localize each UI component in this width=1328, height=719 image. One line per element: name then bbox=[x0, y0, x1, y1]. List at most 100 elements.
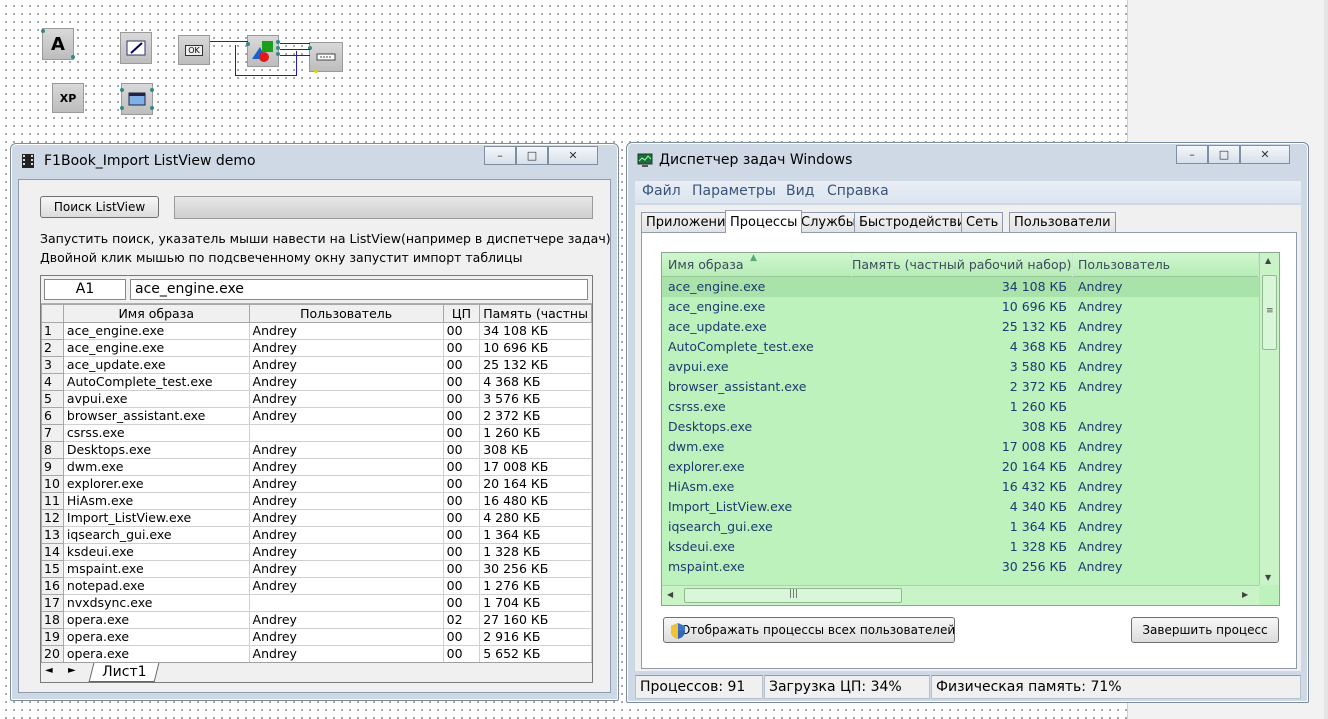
sheet-tab[interactable]: Лист1 bbox=[88, 663, 160, 682]
table-cell[interactable]: Andrey bbox=[248, 611, 444, 629]
button-component-icon[interactable]: OK bbox=[178, 35, 210, 65]
row-number[interactable]: 12 bbox=[41, 509, 64, 527]
table-cell[interactable]: 34 108 КБ bbox=[479, 322, 592, 340]
table-cell[interactable]: 00 bbox=[442, 322, 481, 340]
scroll-right-icon[interactable]: ▶ bbox=[1242, 590, 1248, 599]
table-cell[interactable]: Andrey bbox=[248, 322, 444, 340]
cell-reference-box[interactable]: A1 bbox=[44, 279, 126, 300]
row-number[interactable]: 9 bbox=[41, 458, 64, 476]
title-bar[interactable]: F1Book_Import ListView demo – □ ✕ bbox=[11, 144, 618, 176]
table-cell[interactable]: mspaint.exe bbox=[62, 560, 250, 578]
table-row[interactable]: 9 dwm.exe Andrey 00 17 008 КБ bbox=[41, 458, 592, 476]
table-cell[interactable]: Andrey bbox=[248, 645, 444, 663]
list-item[interactable]: Import_ListView.exe 4 340 КБ Andrey bbox=[662, 497, 1259, 517]
list-item[interactable]: mspaint.exe 30 256 КБ Andrey bbox=[662, 557, 1259, 577]
col-image-name[interactable]: Имя образа ▲ bbox=[662, 253, 852, 277]
table-cell[interactable]: 00 bbox=[442, 407, 481, 425]
maximize-button[interactable]: □ bbox=[1208, 145, 1240, 164]
tab-performance[interactable]: Быстродействие bbox=[854, 212, 979, 232]
row-number[interactable]: 7 bbox=[41, 424, 64, 442]
horizontal-scrollbar[interactable]: ◀ ||| ▶ bbox=[662, 585, 1259, 605]
table-row[interactable]: 10 explorer.exe Andrey 00 20 164 КБ bbox=[41, 475, 592, 493]
table-cell[interactable]: Andrey bbox=[248, 339, 444, 357]
spreadsheet-grid[interactable]: Имя образа Пользователь ЦП Память (частн… bbox=[41, 304, 592, 663]
table-cell[interactable]: notepad.exe bbox=[62, 577, 250, 595]
table-cell[interactable]: 17 008 КБ bbox=[479, 458, 592, 476]
table-cell[interactable]: ace_engine.exe bbox=[62, 339, 250, 357]
table-cell[interactable]: 00 bbox=[442, 458, 481, 476]
table-row[interactable]: 5 avpui.exe Andrey 00 3 576 КБ bbox=[41, 390, 592, 408]
table-cell[interactable]: Andrey bbox=[248, 407, 444, 425]
table-row[interactable]: 15 mspaint.exe Andrey 00 30 256 КБ bbox=[41, 560, 592, 578]
minimize-button[interactable]: – bbox=[484, 146, 516, 165]
list-item[interactable]: dwm.exe 17 008 КБ Andrey bbox=[662, 437, 1259, 457]
row-number[interactable]: 1 bbox=[41, 322, 64, 340]
table-cell[interactable]: 00 bbox=[442, 492, 481, 510]
table-row[interactable]: 2 ace_engine.exe Andrey 00 10 696 КБ bbox=[41, 339, 592, 357]
table-cell[interactable]: 308 КБ bbox=[479, 441, 592, 459]
table-cell[interactable]: Andrey bbox=[248, 373, 444, 391]
row-number[interactable]: 16 bbox=[41, 577, 64, 595]
list-item[interactable]: explorer.exe 20 164 КБ Andrey bbox=[662, 457, 1259, 477]
table-cell[interactable]: Andrey bbox=[248, 458, 444, 476]
table-cell[interactable]: ace_engine.exe bbox=[62, 322, 250, 340]
table-cell[interactable]: 00 bbox=[442, 543, 481, 561]
table-cell[interactable]: Andrey bbox=[248, 526, 444, 544]
table-row[interactable]: 12 Import_ListView.exe Andrey 00 4 280 КБ bbox=[41, 509, 592, 527]
table-cell[interactable]: csrss.exe bbox=[62, 424, 250, 442]
table-cell[interactable]: Andrey bbox=[248, 356, 444, 374]
table-cell[interactable]: 1 276 КБ bbox=[479, 577, 592, 595]
table-cell[interactable]: opera.exe bbox=[62, 628, 250, 646]
table-cell[interactable]: 20 164 КБ bbox=[479, 475, 592, 493]
table-cell[interactable]: Andrey bbox=[248, 509, 444, 527]
table-cell[interactable]: AutoComplete_test.exe bbox=[62, 373, 250, 391]
table-cell[interactable]: 27 160 КБ bbox=[479, 611, 592, 629]
table-cell[interactable]: explorer.exe bbox=[62, 475, 250, 493]
table-row[interactable]: 7 csrss.exe 00 1 260 КБ bbox=[41, 424, 592, 442]
scroll-down-icon[interactable]: ▼ bbox=[1265, 573, 1271, 582]
table-row[interactable]: 17 nvxdsync.exe 00 1 704 КБ bbox=[41, 594, 592, 612]
table-cell[interactable]: Andrey bbox=[248, 543, 444, 561]
table-cell[interactable]: 10 696 КБ bbox=[479, 339, 592, 357]
table-row[interactable]: 20 opera.exe Andrey 00 5 652 КБ bbox=[41, 645, 592, 663]
close-button[interactable]: ✕ bbox=[1240, 145, 1290, 164]
row-number[interactable]: 17 bbox=[41, 594, 64, 612]
row-number[interactable]: 11 bbox=[41, 492, 64, 510]
table-cell[interactable]: opera.exe bbox=[62, 611, 250, 629]
table-cell[interactable] bbox=[248, 424, 444, 442]
right-scrollbar[interactable] bbox=[1324, 0, 1328, 719]
table-cell[interactable]: Andrey bbox=[248, 560, 444, 578]
list-item[interactable]: iqsearch_gui.exe 1 364 КБ Andrey bbox=[662, 517, 1259, 537]
horizontal-scroll-thumb[interactable]: ||| bbox=[684, 588, 902, 603]
table-cell[interactable]: 00 bbox=[442, 645, 481, 663]
table-cell[interactable]: browser_assistant.exe bbox=[62, 407, 250, 425]
table-cell[interactable]: iqsearch_gui.exe bbox=[62, 526, 250, 544]
table-cell[interactable]: avpui.exe bbox=[62, 390, 250, 408]
table-cell[interactable]: 2 372 КБ bbox=[479, 407, 592, 425]
table-cell[interactable]: 5 652 КБ bbox=[479, 645, 592, 663]
table-cell[interactable]: 00 bbox=[442, 373, 481, 391]
table-cell[interactable]: Andrey bbox=[248, 390, 444, 408]
column-header[interactable]: ЦП bbox=[442, 304, 481, 323]
row-number[interactable]: 4 bbox=[41, 373, 64, 391]
vertical-scroll-thumb[interactable]: ≡ bbox=[1262, 275, 1277, 350]
table-cell[interactable]: 16 480 КБ bbox=[479, 492, 592, 510]
search-listview-button[interactable]: Поиск ListView bbox=[40, 196, 159, 218]
table-row[interactable]: 14 ksdeui.exe Andrey 00 1 328 КБ bbox=[41, 543, 592, 561]
tab-users[interactable]: Пользователи bbox=[1009, 212, 1116, 232]
list-item[interactable]: Desktops.exe 308 КБ Andrey bbox=[662, 417, 1259, 437]
table-cell[interactable] bbox=[248, 594, 444, 612]
table-cell[interactable]: 30 256 КБ bbox=[479, 560, 592, 578]
table-row[interactable]: 19 opera.exe Andrey 00 2 916 КБ bbox=[41, 628, 592, 646]
row-number[interactable]: 8 bbox=[41, 441, 64, 459]
table-cell[interactable]: Andrey bbox=[248, 577, 444, 595]
table-cell[interactable]: 00 bbox=[442, 577, 481, 595]
list-item[interactable]: ace_engine.exe 34 108 КБ Andrey bbox=[662, 277, 1259, 297]
table-row[interactable]: 16 notepad.exe Andrey 00 1 276 КБ bbox=[41, 577, 592, 595]
table-cell[interactable]: ace_update.exe bbox=[62, 356, 250, 374]
table-row[interactable]: 1 ace_engine.exe Andrey 00 34 108 КБ bbox=[41, 322, 592, 340]
scroll-left-icon[interactable]: ◀ bbox=[667, 590, 673, 599]
list-item[interactable]: ace_engine.exe 10 696 КБ Andrey bbox=[662, 297, 1259, 317]
show-all-processes-button[interactable]: Отображать процессы всех пользователей bbox=[663, 617, 955, 643]
tab-applications[interactable]: Приложения bbox=[641, 212, 739, 232]
